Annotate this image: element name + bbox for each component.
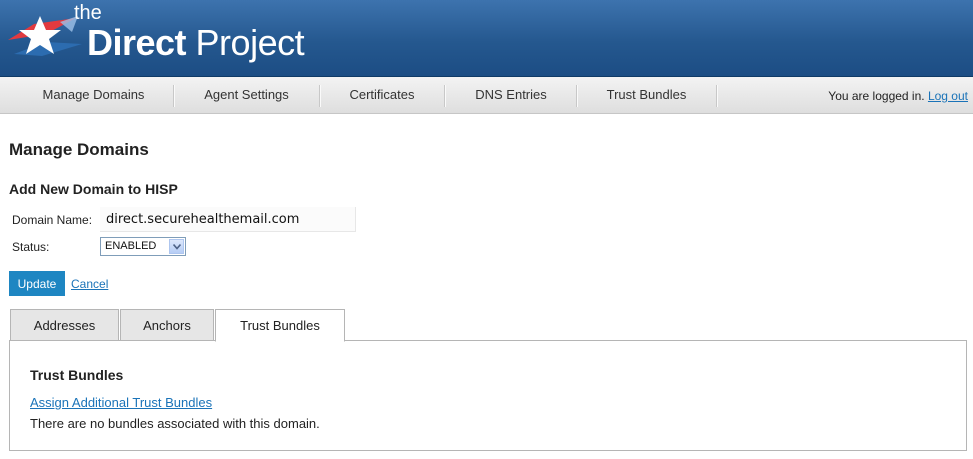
site-header: the Direct Project (0, 0, 973, 77)
login-status: You are logged in. Log out (828, 77, 968, 115)
page-title: Manage Domains (9, 140, 149, 159)
nav-divider (319, 85, 321, 107)
nav-divider (173, 85, 175, 107)
trust-bundles-panel: Trust Bundles Assign Additional Trust Bu… (9, 340, 967, 451)
cancel-link[interactable]: Cancel (71, 277, 108, 291)
tab-trust-bundles[interactable]: Trust Bundles (215, 309, 345, 342)
domain-name-label: Domain Name: (12, 213, 93, 227)
status-label: Status: (12, 240, 50, 254)
no-bundles-message: There are no bundles associated with thi… (30, 416, 320, 431)
direct-project-star-logo-icon[interactable] (6, 10, 84, 66)
status-select[interactable]: ENABLED (100, 237, 186, 256)
select-dropdown-chevron-icon[interactable] (169, 239, 184, 254)
status-select-value: ENABLED (105, 240, 157, 252)
logo-title-bold: Direct (87, 22, 187, 63)
nav-divider (716, 85, 718, 107)
panel-title: Trust Bundles (30, 367, 124, 383)
nav-certificates[interactable]: Certificates (326, 77, 438, 113)
nav-divider (576, 85, 578, 107)
logo-title[interactable]: Direct Project (87, 22, 305, 64)
nav-dns-entries[interactable]: DNS Entries (451, 77, 571, 113)
section-title: Add New Domain to HISP (9, 181, 178, 197)
nav-agent-settings[interactable]: Agent Settings (180, 77, 313, 113)
update-button[interactable]: Update (9, 271, 65, 296)
tab-addresses[interactable]: Addresses (10, 309, 119, 341)
domain-name-input[interactable] (100, 207, 356, 232)
tab-anchors[interactable]: Anchors (120, 309, 214, 341)
nav-trust-bundles[interactable]: Trust Bundles (583, 77, 710, 113)
main-nav: Manage Domains Agent Settings Certificat… (0, 77, 973, 114)
logout-link[interactable]: Log out (928, 89, 968, 103)
nav-manage-domains[interactable]: Manage Domains (21, 77, 166, 113)
assign-trust-bundles-link[interactable]: Assign Additional Trust Bundles (30, 395, 212, 410)
login-status-text: You are logged in. (828, 89, 925, 103)
logo-title-rest: Project (186, 22, 305, 63)
nav-divider (444, 85, 446, 107)
